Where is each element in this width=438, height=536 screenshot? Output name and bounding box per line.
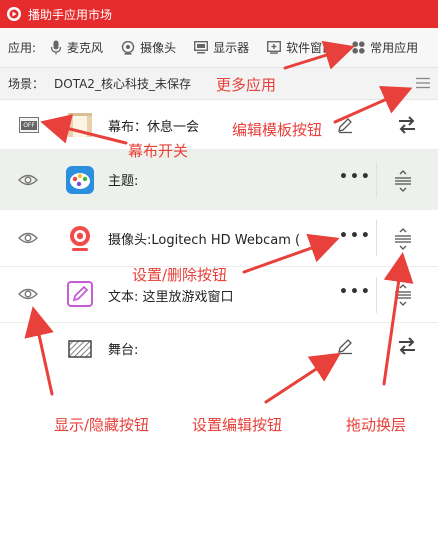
text-edit-icon	[67, 281, 93, 307]
layer-label: 摄像头:Logitech HD Webcam (	[108, 233, 301, 248]
layer-label: 文本: 这里放游戏窗口	[108, 290, 234, 305]
swap-icon[interactable]	[397, 337, 417, 355]
layer-label: 舞台:	[108, 343, 139, 358]
menu-icon[interactable]	[416, 77, 430, 89]
eye-icon[interactable]	[18, 173, 38, 187]
app-label: 软件窗口	[286, 41, 335, 55]
curtain-thumbnail-icon	[68, 113, 92, 137]
scene-label: 场景：	[8, 77, 45, 91]
divider	[376, 220, 377, 256]
apps-label: 应用:	[8, 41, 37, 55]
webcam-icon	[70, 226, 90, 251]
annotation-set-delete: 设置/删除按钮	[132, 266, 228, 284]
more-icon[interactable]: •••	[339, 169, 372, 185]
monitor-icon	[194, 41, 209, 54]
more-icon[interactable]: •••	[339, 284, 372, 300]
curtain-toggle[interactable]: OFF	[19, 117, 39, 133]
app-display[interactable]: 显示器	[194, 39, 249, 56]
layer-row-curtain[interactable]: OFF 幕布：休息一会	[0, 100, 438, 150]
annotation-drag-layer: 拖动换层	[346, 416, 407, 434]
app-label: 摄像头	[140, 41, 177, 55]
app-software-window[interactable]: 软件窗口	[267, 39, 334, 56]
pencil-icon[interactable]	[336, 337, 354, 355]
scene-name: DOTA2_核心科技_未保存	[54, 77, 191, 91]
app-logo-icon	[7, 7, 21, 21]
drag-handle-icon[interactable]	[394, 284, 412, 306]
app-microphone[interactable]: 麦克风	[50, 39, 103, 56]
grid-icon	[352, 41, 365, 54]
layer-row-stage[interactable]: 舞台:	[0, 323, 438, 375]
annotation-show-hide: 显示/隐藏按钮	[54, 416, 150, 434]
layer-label: 主题:	[108, 174, 139, 189]
layer-row-webcam[interactable]: 摄像头:Logitech HD Webcam ( •••	[0, 210, 438, 267]
layer-row-theme[interactable]: 主题: •••	[0, 150, 438, 210]
camera-icon	[121, 40, 135, 55]
annotation-curtain-switch: 幕布开关	[128, 142, 189, 160]
app-label: 常用应用	[370, 41, 419, 55]
app-label: 麦克风	[67, 41, 104, 55]
divider	[376, 162, 377, 198]
apps-bar: 应用: 麦克风 摄像头 显示器 软件窗口 常用应用	[0, 28, 438, 68]
theme-palette-icon	[66, 166, 94, 194]
annotation-edit-template: 编辑模板按钮	[232, 121, 323, 139]
app-camera[interactable]: 摄像头	[121, 39, 176, 56]
stage-icon	[68, 340, 92, 358]
title-bar: 播助手应用市场	[0, 0, 438, 28]
swap-icon[interactable]	[397, 116, 417, 134]
curtain-toggle-text: OFF	[21, 121, 37, 130]
annotation-set-edit: 设置编辑按钮	[192, 416, 283, 434]
empty-area	[0, 375, 438, 536]
annotation-more-apps: 更多应用	[216, 76, 277, 94]
drag-handle-icon[interactable]	[394, 170, 412, 192]
drag-handle-icon[interactable]	[394, 228, 412, 250]
eye-icon[interactable]	[18, 231, 38, 245]
divider	[376, 277, 377, 313]
layer-label: 幕布：休息一会	[108, 120, 200, 135]
window-title: 播助手应用市场	[28, 7, 113, 22]
more-icon[interactable]: •••	[339, 228, 372, 244]
app-window: 播助手应用市场 应用: 麦克风 摄像头 显示器 软件窗口 常用应用 场景： DO…	[0, 0, 438, 536]
app-label: 显示器	[213, 41, 250, 55]
eye-icon[interactable]	[18, 287, 38, 301]
microphone-icon	[50, 40, 62, 55]
app-common[interactable]: 常用应用	[352, 39, 418, 56]
pencil-icon[interactable]	[336, 116, 354, 134]
window-add-icon	[267, 41, 282, 54]
